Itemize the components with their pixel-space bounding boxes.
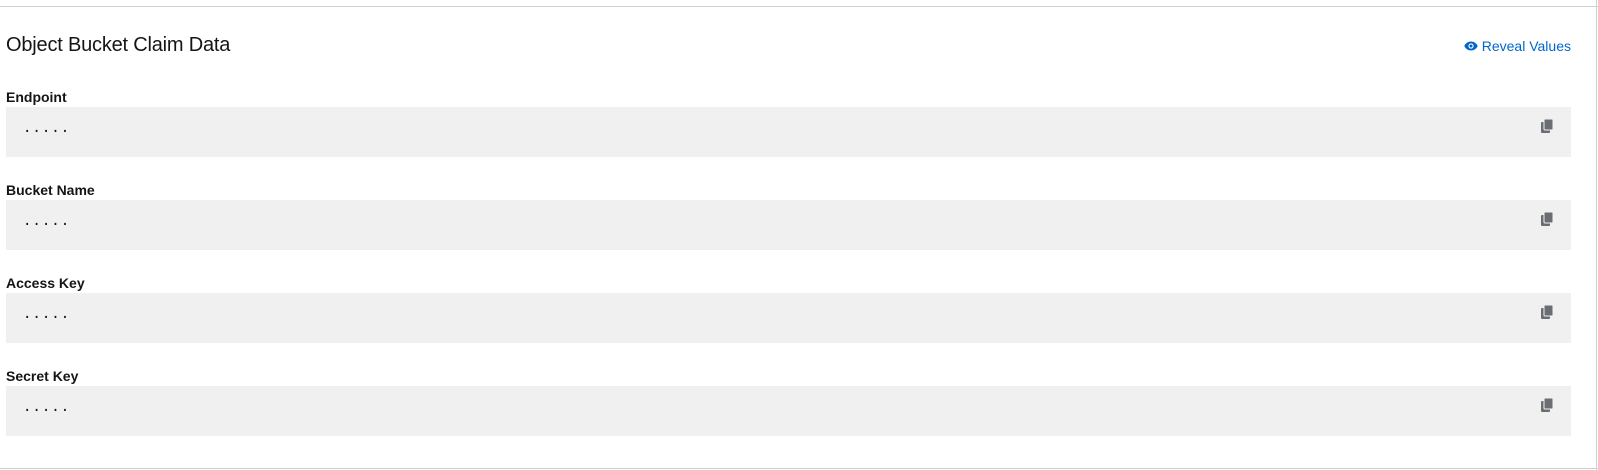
right-divider bbox=[1596, 0, 1597, 470]
copy-icon[interactable] bbox=[1539, 118, 1555, 134]
bottom-divider bbox=[0, 468, 1598, 469]
access-key-masked-value: ..... bbox=[23, 306, 71, 322]
secret-key-label: Secret Key bbox=[6, 368, 79, 384]
secret-key-masked-value: ..... bbox=[23, 399, 71, 415]
section-title: Object Bucket Claim Data bbox=[6, 34, 231, 56]
endpoint-field: ..... bbox=[6, 107, 1571, 157]
copy-icon[interactable] bbox=[1539, 211, 1555, 227]
access-key-field: ..... bbox=[6, 293, 1571, 343]
bucket-name-label: Bucket Name bbox=[6, 182, 95, 198]
bucket-name-masked-value: ..... bbox=[23, 213, 71, 229]
copy-icon[interactable] bbox=[1539, 304, 1555, 320]
endpoint-label: Endpoint bbox=[6, 89, 67, 105]
reveal-values-label: Reveal Values bbox=[1481, 38, 1571, 54]
reveal-values-button[interactable]: Reveal Values bbox=[1464, 37, 1571, 55]
endpoint-masked-value: ..... bbox=[23, 120, 71, 136]
object-bucket-claim-data-panel: Object Bucket Claim Data Reveal Values E… bbox=[0, 0, 1598, 470]
bucket-name-field: ..... bbox=[6, 200, 1571, 250]
copy-icon[interactable] bbox=[1539, 397, 1555, 413]
secret-key-field: ..... bbox=[6, 386, 1571, 436]
eye-icon bbox=[1464, 41, 1478, 51]
top-divider bbox=[0, 6, 1598, 7]
access-key-label: Access Key bbox=[6, 275, 85, 291]
